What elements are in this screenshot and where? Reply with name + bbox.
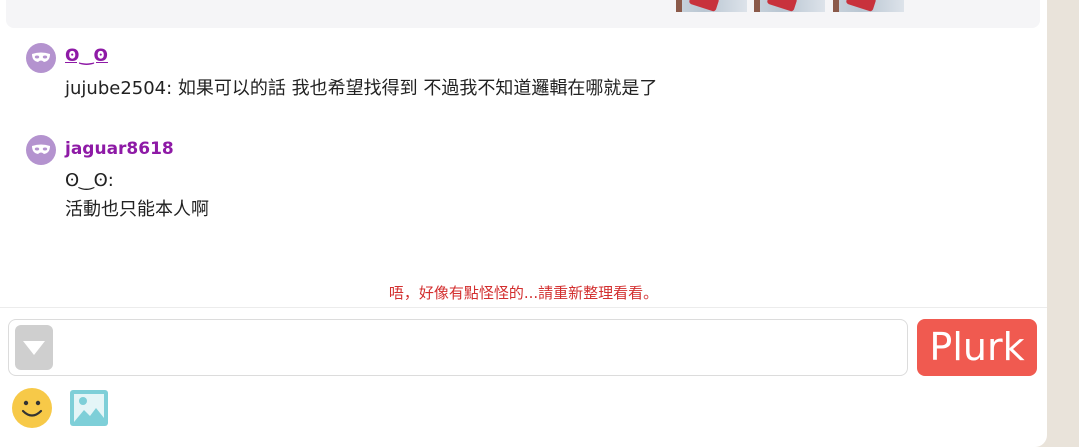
previous-post-strip	[6, 0, 1040, 28]
message-nickname[interactable]: jaguar8618	[65, 139, 174, 159]
plurk-response-panel: ʘ‿ʘ jujube2504: 如果可以的話 我也希望找得到 不過我不知道邏輯在…	[0, 0, 1047, 447]
message-text: jujube2504: 如果可以的話 我也希望找得到 不過我不知道邏輯在哪就是了	[65, 78, 658, 99]
dropdown-arrow-icon	[23, 341, 45, 355]
composer-divider	[0, 307, 1047, 308]
attachment-thumbnail[interactable]	[833, 0, 904, 12]
response-input[interactable]	[8, 319, 908, 376]
attachment-thumbnail[interactable]	[676, 0, 747, 12]
message-nickname[interactable]: ʘ‿ʘ	[65, 46, 108, 66]
smiley-icon[interactable]	[12, 388, 52, 428]
error-message: 唔，好像有點怪怪的...請重新整理看看。	[388, 284, 659, 302]
message-text: 活動也只能本人啊	[65, 199, 209, 220]
message-text: ʘ‿ʘ:	[65, 170, 114, 191]
mask-avatar-icon[interactable]	[26, 43, 56, 73]
image-upload-icon[interactable]	[69, 389, 109, 427]
plurk-submit-button[interactable]: Plurk	[917, 319, 1037, 376]
qualifier-dropdown-button[interactable]	[15, 325, 53, 370]
mask-avatar-icon[interactable]	[26, 135, 56, 165]
attachment-thumbnail[interactable]	[754, 0, 825, 12]
